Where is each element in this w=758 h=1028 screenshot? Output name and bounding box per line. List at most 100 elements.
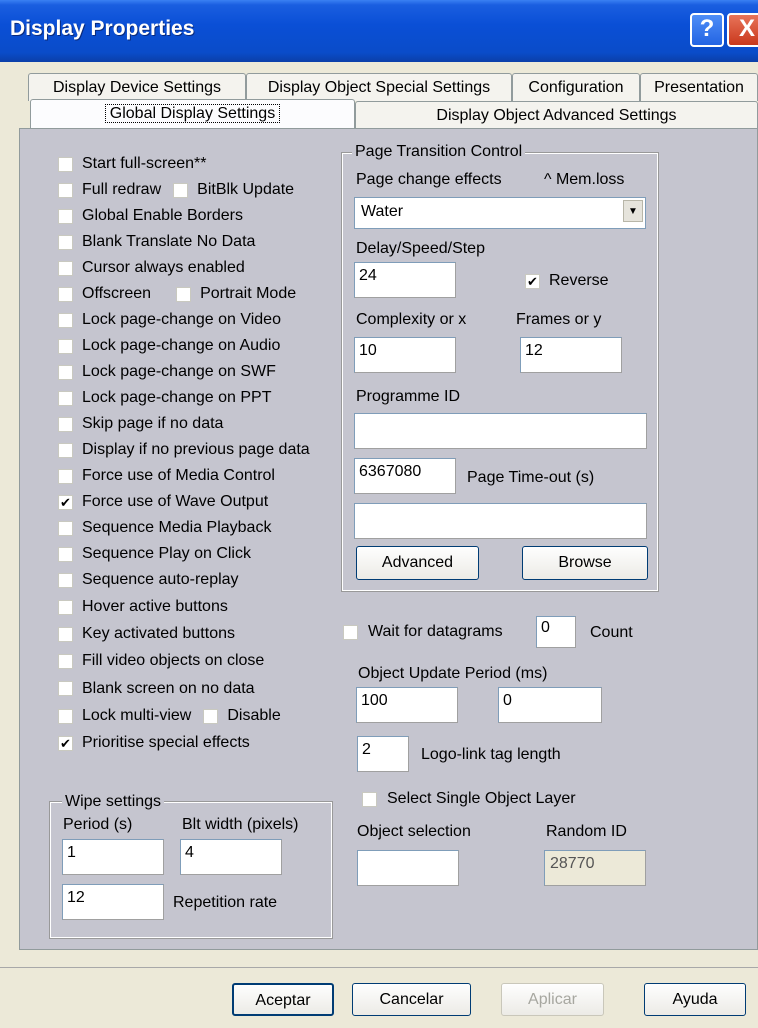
- close-button[interactable]: X: [727, 13, 758, 47]
- delay-input[interactable]: 24: [354, 262, 456, 298]
- bitblk-checkbox[interactable]: [173, 182, 189, 198]
- checkbox[interactable]: [58, 182, 73, 198]
- help-button[interactable]: ?: [690, 13, 724, 47]
- option-label: Fill video objects on close: [82, 652, 265, 669]
- option-key-activated[interactable]: Key activated buttons: [58, 621, 348, 647]
- option-lock-video[interactable]: Lock page-change on Video: [58, 307, 348, 333]
- tab-display-device-settings[interactable]: Display Device Settings: [28, 73, 246, 101]
- object-selection-input[interactable]: [357, 850, 459, 886]
- checkbox[interactable]: [58, 653, 73, 669]
- blt-width-label: Blt width (pixels): [182, 816, 299, 833]
- advanced-button[interactable]: Advanced: [356, 546, 479, 580]
- blt-width-input[interactable]: 4: [180, 839, 282, 875]
- checkbox[interactable]: [58, 208, 73, 224]
- option-sequence-play-click[interactable]: Sequence Play on Click: [58, 541, 348, 567]
- programme-id-input[interactable]: [354, 413, 647, 449]
- browse-button[interactable]: Browse: [522, 546, 648, 580]
- tab-display-object-special-settings[interactable]: Display Object Special Settings: [246, 73, 512, 101]
- checkbox[interactable]: [58, 572, 73, 588]
- ok-button[interactable]: Aceptar: [232, 983, 334, 1016]
- option-force-media-control[interactable]: Force use of Media Control: [58, 463, 348, 489]
- mem-loss-label: ^ Mem.loss: [544, 171, 625, 188]
- option-sequence-media[interactable]: Sequence Media Playback: [58, 515, 348, 541]
- chevron-down-icon[interactable]: ▼: [623, 200, 643, 222]
- checkbox[interactable]: [58, 708, 73, 724]
- checkbox[interactable]: [58, 626, 73, 642]
- checkbox[interactable]: [58, 599, 73, 615]
- option-sequence-auto-replay[interactable]: Sequence auto-replay: [58, 567, 348, 593]
- option-label: Sequence Play on Click: [82, 545, 251, 562]
- option-prioritise-effects[interactable]: Prioritise special effects: [58, 730, 348, 756]
- random-id-field: 28770: [544, 850, 646, 886]
- update-period-input-2[interactable]: 0: [498, 687, 602, 723]
- tab-configuration[interactable]: Configuration: [512, 73, 640, 101]
- option-lock-audio[interactable]: Lock page-change on Audio: [58, 333, 348, 359]
- cancel-button[interactable]: Cancelar: [352, 983, 471, 1016]
- page-timeout-input[interactable]: 6367080: [354, 458, 456, 494]
- reverse-option[interactable]: Reverse: [525, 272, 609, 290]
- option-display-no-previous[interactable]: Display if no previous page data: [58, 437, 348, 463]
- complexity-input[interactable]: 10: [354, 337, 456, 373]
- extra-input[interactable]: [354, 503, 647, 539]
- help-dialog-button[interactable]: Ayuda: [644, 983, 746, 1016]
- checkbox[interactable]: [58, 234, 73, 250]
- checkbox[interactable]: [58, 416, 73, 432]
- checkbox[interactable]: [58, 312, 73, 328]
- option-skip-page[interactable]: Skip page if no data: [58, 411, 348, 437]
- option-blank-translate[interactable]: Blank Translate No Data: [58, 229, 348, 255]
- checkbox[interactable]: [58, 286, 73, 302]
- option-blank-screen[interactable]: Blank screen on no data: [58, 675, 348, 702]
- portrait-checkbox[interactable]: [176, 286, 192, 302]
- checkbox[interactable]: [58, 546, 73, 562]
- logo-link-input[interactable]: 2: [357, 736, 409, 772]
- option-force-wave-output[interactable]: Force use of Wave Output: [58, 489, 348, 515]
- disable-label: Disable: [227, 707, 281, 724]
- tab-display-object-advanced-settings[interactable]: Display Object Advanced Settings: [355, 101, 758, 129]
- option-fill-video[interactable]: Fill video objects on close: [58, 647, 348, 675]
- checkbox[interactable]: [58, 520, 73, 536]
- option-label: Lock page-change on Audio: [82, 337, 281, 354]
- update-period-input-1[interactable]: 100: [356, 687, 458, 723]
- frames-input[interactable]: 12: [520, 337, 622, 373]
- wipe-settings-title: Wipe settings: [62, 793, 165, 811]
- wait-datagrams-checkbox[interactable]: [343, 624, 358, 640]
- option-lock-multi-view[interactable]: Lock multi-view Disable: [58, 702, 348, 730]
- wait-datagrams-option[interactable]: Wait for datagrams: [343, 623, 503, 641]
- checkbox[interactable]: [58, 494, 73, 510]
- disable-checkbox[interactable]: [203, 708, 219, 724]
- option-lock-ppt[interactable]: Lock page-change on PPT: [58, 385, 348, 411]
- checkbox[interactable]: [58, 735, 73, 751]
- programme-id-label: Programme ID: [356, 388, 461, 405]
- reverse-checkbox[interactable]: [525, 273, 540, 289]
- checkbox[interactable]: [58, 260, 73, 276]
- checkbox[interactable]: [58, 338, 73, 354]
- single-layer-option[interactable]: Select Single Object Layer: [362, 790, 576, 808]
- option-label: Skip page if no data: [82, 415, 224, 432]
- checkbox[interactable]: [58, 442, 73, 458]
- option-global-enable-borders[interactable]: Global Enable Borders: [58, 203, 348, 229]
- page-timeout-label: Page Time-out (s): [467, 469, 595, 486]
- option-full-redraw[interactable]: Full redraw BitBlk Update: [58, 177, 348, 203]
- datagram-count-input[interactable]: 0: [536, 616, 576, 648]
- option-lock-swf[interactable]: Lock page-change on SWF: [58, 359, 348, 385]
- option-hover-active[interactable]: Hover active buttons: [58, 593, 348, 621]
- checkbox[interactable]: [58, 468, 73, 484]
- complexity-label: Complexity or x: [356, 311, 467, 328]
- page-change-effects-label: Page change effects: [356, 171, 502, 188]
- option-start-fullscreen[interactable]: Start full-screen**: [58, 151, 348, 177]
- single-layer-checkbox[interactable]: [362, 791, 377, 807]
- checkbox[interactable]: [58, 156, 73, 172]
- option-offscreen[interactable]: Offscreen Portrait Mode: [58, 281, 348, 307]
- tab-global-display-settings[interactable]: Global Display Settings: [30, 99, 355, 129]
- effects-dropdown[interactable]: Water ▼: [354, 197, 646, 229]
- option-label: Sequence auto-replay: [82, 571, 239, 588]
- period-input[interactable]: 1: [62, 839, 164, 875]
- apply-button[interactable]: Aplicar: [501, 983, 604, 1016]
- random-id-label: Random ID: [546, 823, 627, 840]
- option-cursor-always[interactable]: Cursor always enabled: [58, 255, 348, 281]
- tab-presentation[interactable]: Presentation: [640, 73, 758, 101]
- checkbox[interactable]: [58, 364, 73, 380]
- checkbox[interactable]: [58, 681, 73, 696]
- checkbox[interactable]: [58, 390, 73, 406]
- repetition-rate-input[interactable]: 12: [62, 884, 164, 920]
